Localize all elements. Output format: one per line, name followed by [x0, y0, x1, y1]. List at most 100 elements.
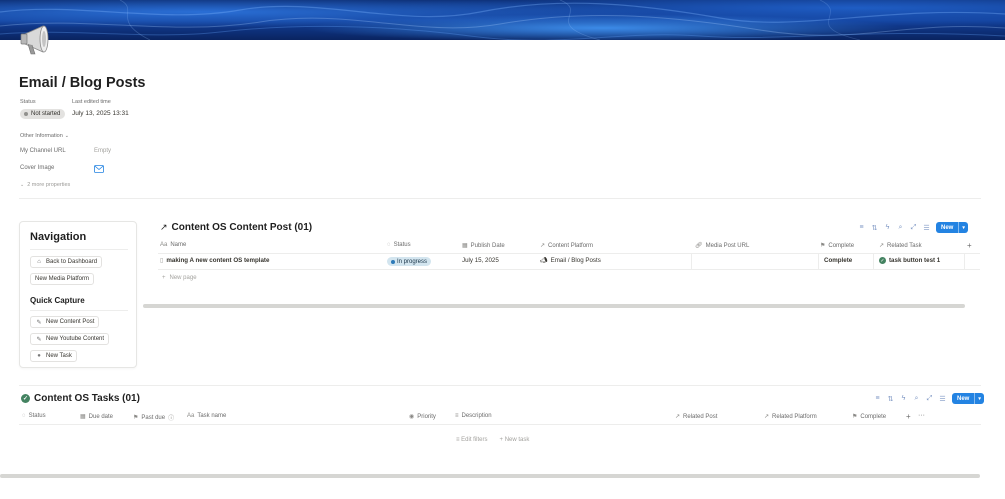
status-type-icon: ◌	[387, 242, 391, 248]
filter-icon[interactable]: ≡	[874, 395, 881, 402]
status-property-label: Status	[20, 99, 36, 105]
megaphone-icon: 📣︎	[540, 258, 548, 264]
add-column-button[interactable]: +	[967, 241, 972, 250]
cell-divider	[691, 254, 692, 269]
channel-url-field[interactable]: Empty	[94, 148, 111, 154]
status-value: Not started	[31, 111, 61, 117]
table-row-publish-date[interactable]: July 15, 2025	[462, 257, 499, 264]
formula-icon: ⚑	[820, 243, 826, 249]
new-button-label[interactable]: New	[952, 396, 974, 402]
automation-icon[interactable]: ϟ	[884, 224, 891, 231]
search-icon[interactable]: ⌕	[897, 224, 904, 232]
tasks-check-icon: ✓	[21, 394, 30, 403]
tasks-db-title[interactable]: ✓ Content OS Tasks (01)	[21, 393, 140, 404]
content-db-toolbar: ≡ ⇅ ϟ ⌕ ⤢ ☰ New ▾	[858, 222, 968, 233]
in-progress-badge: In progress	[387, 257, 432, 266]
column-header-status[interactable]: ◌ Status	[22, 413, 46, 419]
status-badge[interactable]: Not started	[20, 109, 66, 119]
new-media-platform-button[interactable]: New Media Platform	[30, 273, 95, 285]
expand-icon[interactable]: ⤢	[926, 395, 933, 403]
page-cover[interactable]	[0, 0, 1005, 40]
chevron-down-icon[interactable]: ▾	[974, 393, 984, 404]
more-options-button[interactable]: ···	[918, 412, 925, 419]
page-title: Email / Blog Posts	[19, 75, 146, 91]
formula-icon: ⚑	[133, 415, 139, 421]
automation-icon[interactable]: ϟ	[900, 395, 907, 402]
column-header-complete[interactable]: ⚑ Complete	[820, 242, 854, 250]
page-doc-icon: ▯	[160, 257, 164, 264]
column-header-status[interactable]: ◌ Status	[387, 242, 411, 248]
formula-icon: ⚑	[852, 414, 858, 420]
column-header-due-date[interactable]: ▦ Due date	[80, 413, 113, 421]
column-header-content-platform[interactable]: ↗ Content Platform	[540, 242, 593, 250]
other-information-toggle[interactable]: Other Information ⌄	[20, 133, 69, 139]
new-task-link[interactable]: + New task	[500, 437, 530, 443]
table-divider	[19, 424, 981, 425]
column-label: Description	[461, 413, 492, 419]
column-label: Status	[393, 242, 411, 248]
relation-arrow-icon: ↗	[879, 243, 885, 249]
back-to-dashboard-button[interactable]: ⌂ Back to Dashboard	[30, 256, 103, 268]
new-page-button[interactable]: + New page	[162, 275, 197, 281]
column-label: Complete	[860, 413, 887, 420]
plus-icon: +	[162, 275, 166, 281]
table-row-name[interactable]: ▯ making A new content OS template	[160, 257, 269, 264]
chevron-down-icon: ⌄	[20, 182, 25, 188]
column-header-description[interactable]: ≡ Description	[455, 413, 492, 419]
table-row-status[interactable]: In progress	[387, 257, 432, 266]
more-properties-toggle[interactable]: ⌄ 2 more properties	[20, 182, 70, 188]
megaphone-icon[interactable]	[19, 22, 57, 58]
chevron-down-icon[interactable]: ▾	[958, 222, 968, 233]
new-task-split-button[interactable]: New ▾	[952, 393, 984, 404]
column-header-related-post[interactable]: ↗ Related Post	[675, 413, 717, 421]
button-label: Back to Dashboard	[46, 259, 98, 265]
divider	[30, 249, 128, 250]
column-header-past-due[interactable]: ⚑ Past due ⓘ	[133, 413, 174, 423]
settings-sliders-icon[interactable]: ☰	[939, 395, 946, 403]
column-label: Priority	[417, 413, 436, 420]
water-texture	[0, 0, 1005, 40]
column-header-name[interactable]: Aa Name	[160, 242, 186, 248]
select-type-icon: ◉	[409, 414, 415, 420]
column-header-publish-date[interactable]: ▦ Publish Date	[462, 242, 505, 250]
column-header-related-task[interactable]: ↗ Related Task	[879, 242, 922, 250]
horizontal-scrollbar[interactable]	[0, 474, 980, 478]
mail-icon[interactable]	[94, 165, 104, 173]
new-page-label: New page	[169, 275, 197, 281]
filter-icon[interactable]: ≡	[858, 224, 865, 231]
column-header-media-post-url[interactable]: 🔗︎ Media Post URL	[695, 242, 749, 250]
add-column-button[interactable]: +	[906, 412, 911, 421]
expand-icon[interactable]: ⤢	[910, 224, 917, 232]
content-db-title[interactable]: ↗ Content OS Content Post (01)	[160, 222, 312, 233]
new-task-button[interactable]: ● New Task	[30, 350, 77, 362]
divider	[30, 310, 128, 311]
column-header-priority[interactable]: ◉ Priority	[409, 413, 436, 421]
column-label: Past due	[141, 414, 166, 421]
table-divider	[158, 253, 980, 254]
divider	[19, 198, 981, 199]
table-divider	[158, 269, 980, 270]
sort-icon[interactable]: ⇅	[871, 224, 878, 232]
new-button-label[interactable]: New	[936, 225, 958, 231]
check-circle-icon: ●	[37, 353, 41, 359]
sort-icon[interactable]: ⇅	[887, 395, 894, 403]
horizontal-scrollbar[interactable]	[143, 304, 965, 308]
cell-divider	[818, 254, 819, 269]
table-row-related-task[interactable]: ✓ task button test 1	[879, 257, 940, 264]
column-header-related-platform[interactable]: ↗ Related Platform	[764, 413, 817, 421]
table-row-complete[interactable]: Complete	[824, 257, 852, 264]
button-label: New Content Post	[46, 319, 95, 325]
chevron-down-icon: ⌄	[64, 133, 69, 139]
table-row-content-platform[interactable]: 📣︎ Email / Blog Posts	[540, 257, 601, 264]
column-header-task-name[interactable]: Aa Task name	[187, 413, 226, 419]
search-icon[interactable]: ⌕	[913, 395, 920, 403]
edit-list-icon: ✎	[36, 319, 42, 326]
column-header-complete[interactable]: ⚑ Complete	[852, 413, 887, 421]
status-text: In progress	[397, 258, 428, 265]
new-content-post-button[interactable]: ✎ New Content Post	[30, 316, 100, 328]
new-youtube-content-button[interactable]: ✎ New Youtube Content	[30, 333, 110, 345]
settings-sliders-icon[interactable]: ☰	[923, 224, 930, 232]
new-content-post-split-button[interactable]: New ▾	[936, 222, 968, 233]
edit-filters-link[interactable]: ≡ Edit filters	[456, 437, 488, 443]
column-label: Status	[28, 413, 46, 419]
